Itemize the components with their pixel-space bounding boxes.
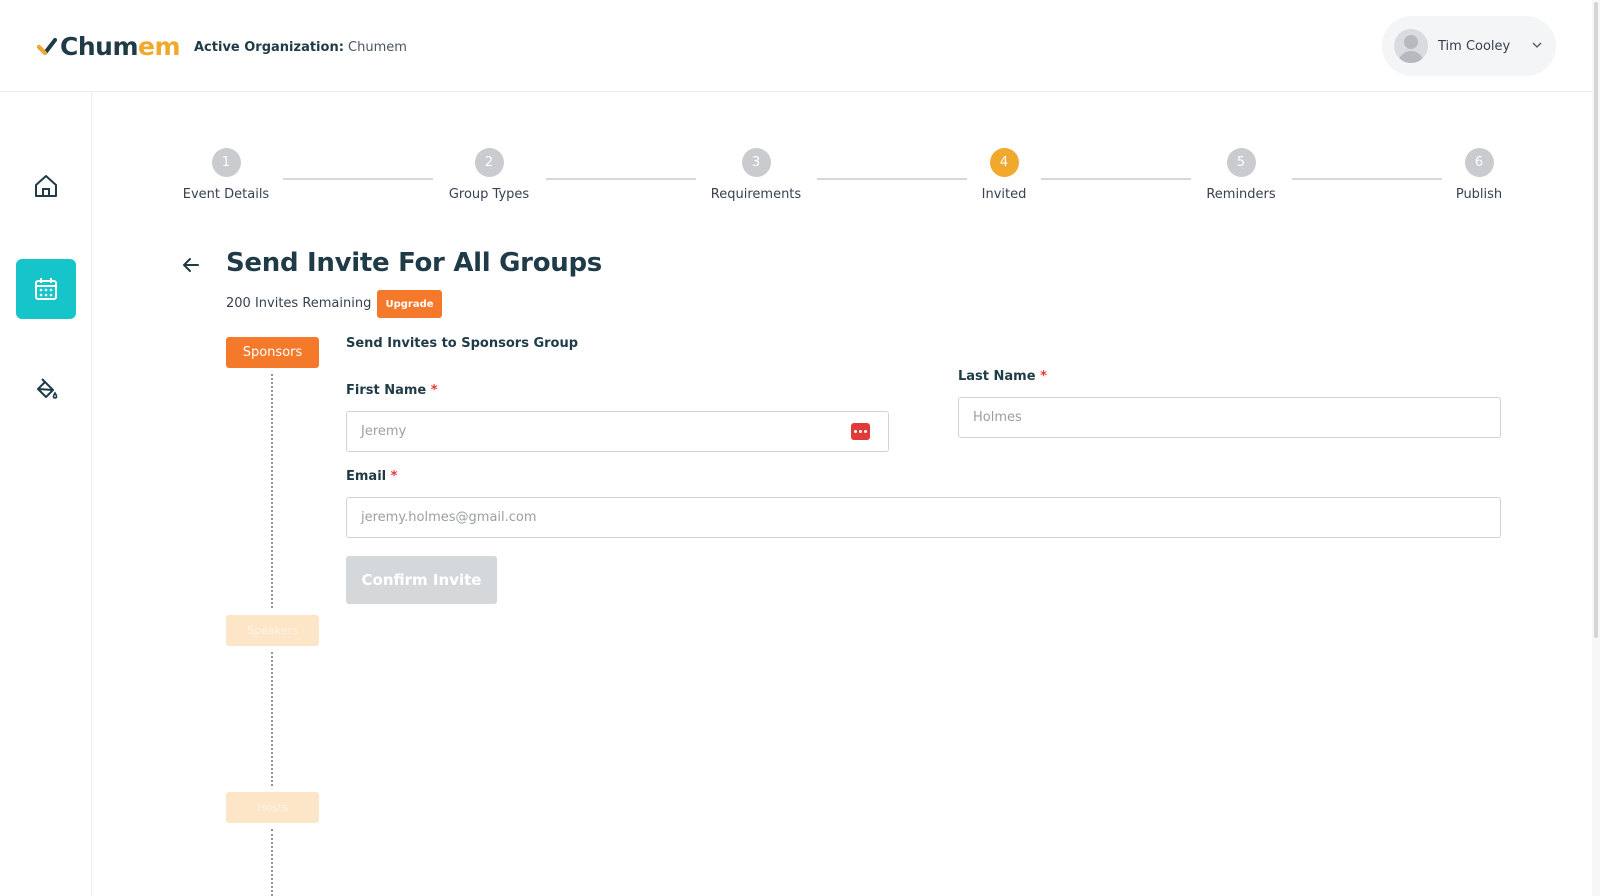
avatar <box>1394 29 1428 63</box>
password-manager-icon[interactable] <box>851 423 870 440</box>
step-publish[interactable]: 6 Publish <box>1419 148 1539 202</box>
top-header: Chumem Active Organization: Chumem Tim C… <box>0 0 1600 92</box>
group-chip-hosts[interactable]: Hosts <box>226 792 319 823</box>
timeline-connector <box>271 829 273 896</box>
step-label: Group Types <box>448 187 530 202</box>
confirm-invite-button[interactable]: Confirm Invite <box>346 556 497 604</box>
logo-text-chum: Chum <box>60 31 139 61</box>
logo-check-icon <box>37 38 57 55</box>
step-number: 3 <box>741 148 771 177</box>
stepper-connector <box>283 178 433 180</box>
first-name-placeholder: Jeremy <box>361 424 407 439</box>
last-name-label-text: Last Name <box>958 369 1036 384</box>
group-chip-sponsors[interactable]: Sponsors <box>226 337 319 368</box>
upgrade-button[interactable]: Upgrade <box>377 290 442 318</box>
group-chip-speakers[interactable]: Speakers <box>226 615 319 646</box>
logo-text: Chumem <box>60 31 181 61</box>
user-name: Tim Cooley <box>1438 38 1511 54</box>
page-scrollbar-thumb[interactable] <box>1594 2 1598 638</box>
step-reminders[interactable]: 5 Reminders <box>1181 148 1301 202</box>
logo-text-em: em <box>138 31 181 61</box>
stepper-connector <box>546 178 696 180</box>
active-organization: Active Organization: Chumem <box>194 40 407 55</box>
step-label: Publish <box>1455 187 1503 202</box>
paint-bucket-icon <box>37 378 58 399</box>
step-label: Invited <box>981 187 1027 202</box>
step-group-types[interactable]: 2 Group Types <box>429 148 549 202</box>
required-mark: * <box>1040 369 1047 384</box>
last-name-placeholder: Holmes <box>973 410 1022 425</box>
step-number: 5 <box>1226 148 1256 177</box>
step-number: 4 <box>989 148 1019 177</box>
step-number: 1 <box>211 148 241 177</box>
timeline-connector <box>271 374 273 608</box>
timeline-connector <box>271 652 273 786</box>
last-name-input[interactable]: Holmes <box>958 397 1501 438</box>
sidebar-item-events[interactable] <box>16 259 76 319</box>
step-invited[interactable]: 4 Invited <box>944 148 1064 202</box>
step-label: Reminders <box>1206 187 1276 202</box>
chumem-logo[interactable]: Chumem <box>36 30 181 62</box>
step-number: 2 <box>474 148 504 177</box>
email-input[interactable]: jeremy.holmes@gmail.com <box>346 497 1501 538</box>
active-org-label: Active Organization: <box>194 40 344 55</box>
form-heading: Send Invites to Sponsors Group <box>346 336 579 351</box>
required-mark: * <box>430 383 438 398</box>
chevron-down-icon[interactable] <box>1532 40 1542 50</box>
sidebar-item-home[interactable] <box>16 156 76 216</box>
step-event-details[interactable]: 1 Event Details <box>166 148 286 202</box>
step-requirements[interactable]: 3 Requirements <box>696 148 816 202</box>
home-icon <box>35 175 57 197</box>
last-name-label: Last Name * <box>958 369 1047 384</box>
sidebar <box>0 92 92 896</box>
back-arrow-icon[interactable] <box>180 254 202 276</box>
user-menu[interactable]: Tim Cooley <box>1382 16 1556 76</box>
calendar-icon <box>35 278 57 300</box>
page-title: Send Invite For All Groups <box>226 248 602 278</box>
required-mark: * <box>390 469 398 484</box>
first-name-label: First Name * <box>346 383 438 398</box>
step-label: Event Details <box>182 187 270 202</box>
email-placeholder: jeremy.holmes@gmail.com <box>361 510 537 525</box>
email-label-text: Email <box>346 469 387 484</box>
email-label: Email * <box>346 469 397 484</box>
active-org-value: Chumem <box>348 40 407 55</box>
first-name-label-text: First Name <box>346 383 427 398</box>
sidebar-item-themes[interactable] <box>16 359 76 419</box>
step-number: 6 <box>1464 148 1494 177</box>
invites-remaining: 200 Invites Remaining <box>226 296 372 311</box>
first-name-input[interactable]: Jeremy <box>346 411 889 452</box>
step-label: Requirements <box>710 187 802 202</box>
